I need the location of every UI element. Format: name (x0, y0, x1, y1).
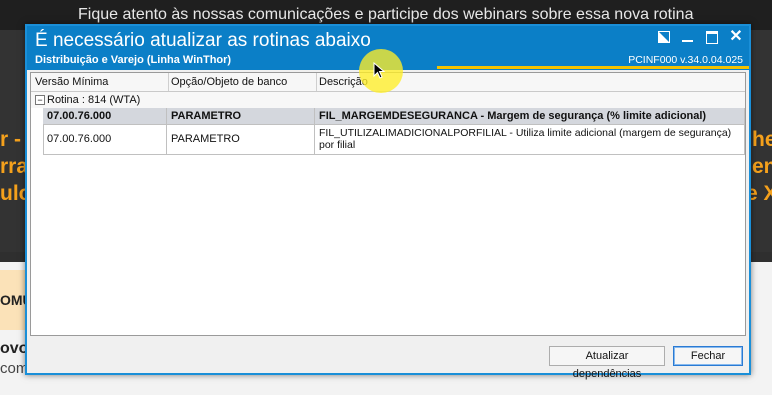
column-header-versao[interactable]: Versão Mínima (35, 76, 108, 88)
group-row[interactable]: − Rotina : 814 (WTA) (31, 92, 745, 108)
cell-objeto: PARAMETRO (167, 108, 315, 125)
routines-grid[interactable]: Versão Mínima Opção/Objeto de banco Desc… (30, 72, 746, 336)
update-routines-dialog: É necessário atualizar as rotinas abaixo… (25, 24, 751, 380)
background-orange-text: en (752, 155, 772, 178)
dialog-subtitle: Distribuição e Varejo (Linha WinThor) (35, 54, 232, 66)
accent-line (437, 66, 749, 69)
cell-descricao: FIL_UTILIZALIMADICIONALPORFILIAL - Utili… (315, 125, 745, 155)
maximize-icon[interactable] (705, 30, 719, 44)
mouse-cursor-icon (373, 62, 386, 79)
table-row[interactable]: 07.00.76.000 PARAMETRO FIL_MARGEMDESEGUR… (43, 108, 745, 125)
cell-objeto: PARAMETRO (167, 125, 315, 155)
background-notice-text: Fique atento às nossas comunicações e pa… (78, 6, 694, 23)
dialog-title: É necessário atualizar as rotinas abaixo (35, 30, 371, 51)
group-label: Rotina : 814 (WTA) (47, 94, 141, 106)
cell-descricao: FIL_MARGEMDESEGURANCA - Margem de segura… (315, 108, 745, 125)
restore-icon[interactable] (657, 30, 671, 44)
update-dependencies-button[interactable]: Atualizar dependências (549, 346, 665, 380)
minimize-icon[interactable] (681, 30, 695, 44)
close-button[interactable]: Fechar (673, 346, 743, 366)
cell-versao: 07.00.76.000 (43, 125, 167, 155)
table-row[interactable]: 07.00.76.000 PARAMETRO FIL_UTILIZALIMADI… (43, 125, 745, 155)
background-orange-text: r - (0, 128, 21, 151)
column-divider[interactable] (168, 73, 169, 91)
collapse-icon[interactable]: − (35, 95, 45, 105)
background-orange-text: rra (0, 155, 29, 178)
cell-versao: 07.00.76.000 (43, 108, 167, 125)
close-icon[interactable]: ✕ (729, 29, 743, 45)
column-divider[interactable] (316, 73, 317, 91)
column-header-objeto[interactable]: Opção/Objeto de banco (171, 76, 287, 88)
version-label: PCINF000 v.34.0.04.025 (628, 54, 743, 66)
background-orange-text: he (752, 128, 772, 151)
window-controls: ✕ (657, 29, 743, 45)
